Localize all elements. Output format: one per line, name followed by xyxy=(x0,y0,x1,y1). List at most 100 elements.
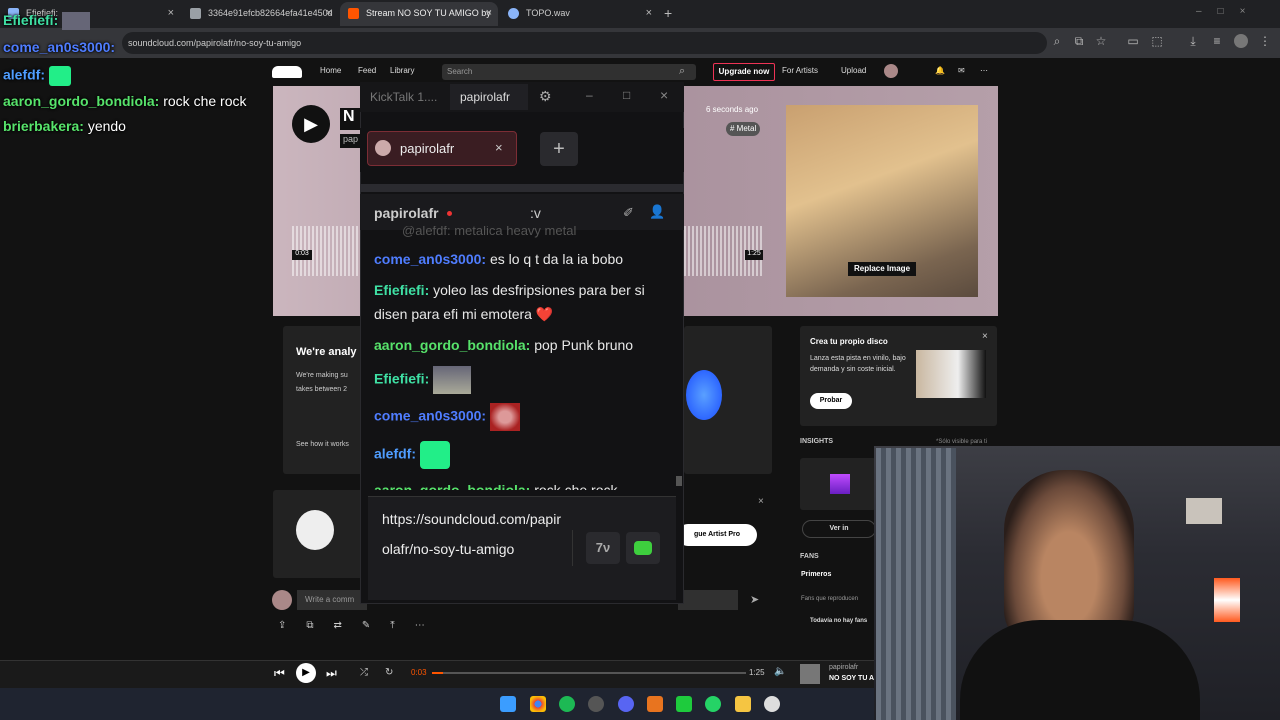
player-artwork xyxy=(800,664,820,684)
bookmark-star-icon[interactable]: ☆ xyxy=(1094,34,1108,48)
comment-input[interactable]: Write a comm xyxy=(297,590,367,610)
wave-time-start: 0:03 xyxy=(292,250,312,260)
overlay-user: Efiefiefi: xyxy=(3,12,59,28)
chat-username[interactable]: aaron_gordo_bondiola: xyxy=(374,482,530,490)
progress-track[interactable] xyxy=(432,672,746,674)
chat-username[interactable]: alefdf: xyxy=(374,446,416,462)
chat-input-text[interactable]: https://soundcloud.com/papirolafr/no-soy… xyxy=(382,504,562,564)
download-icon[interactable]: ⤓ xyxy=(1186,34,1200,48)
window-controls[interactable]: –□× xyxy=(1196,6,1276,20)
media-icon[interactable]: ≡ xyxy=(1210,34,1224,48)
dismiss-icon[interactable]: × xyxy=(758,496,764,507)
track-artist[interactable]: pap xyxy=(340,134,362,148)
probar-button[interactable]: Probar xyxy=(810,393,852,409)
replace-image-button[interactable]: Replace Image xyxy=(848,262,916,276)
spotify-icon[interactable] xyxy=(559,696,575,712)
player-play-icon[interactable]: ▶ xyxy=(296,663,316,683)
kick-icon[interactable] xyxy=(676,696,692,712)
zoom-icon[interactable]: ⌕ xyxy=(1050,34,1064,48)
menu-dots-icon[interactable]: ⋮ xyxy=(1258,34,1272,48)
shuffle-icon[interactable]: ⤮ xyxy=(360,667,368,678)
tab-close-icon[interactable]: × xyxy=(486,7,492,19)
comment-input-end[interactable] xyxy=(678,590,738,610)
promo-body: Lanza esta pista en vinilo, bajo demanda… xyxy=(810,355,906,373)
chat-username[interactable]: come_an0s3000: xyxy=(374,408,486,424)
see-how-link[interactable]: See how it works xyxy=(296,441,349,448)
7tv-emote-button[interactable]: 7ν xyxy=(586,532,620,564)
maximize-icon[interactable]: □ xyxy=(623,88,630,102)
close-window-icon[interactable]: × xyxy=(660,87,668,103)
repeat-icon[interactable]: ↻ xyxy=(385,667,393,678)
soundcloud-logo-icon[interactable] xyxy=(272,66,302,78)
puzzle-icon[interactable]: ⬚ xyxy=(1150,34,1164,48)
fans-tab-primeros[interactable]: Primeros xyxy=(801,571,831,578)
install-icon[interactable]: ⧉ xyxy=(1072,34,1086,48)
nav-feed[interactable]: Feed xyxy=(358,66,376,75)
tab-soundcloud-stream[interactable]: Stream NO SOY TU AMIGO by × xyxy=(340,2,498,26)
tab-close-icon[interactable]: × xyxy=(326,7,332,19)
nav-library[interactable]: Library xyxy=(390,66,414,75)
discord-icon[interactable] xyxy=(618,696,634,712)
settings-gear-icon[interactable]: ⚙ xyxy=(539,88,552,105)
tab-topo-wav[interactable]: TOPO.wav × xyxy=(500,2,658,26)
file-explorer-icon[interactable] xyxy=(735,696,751,712)
messages-icon[interactable]: ✉ xyxy=(958,66,965,75)
next-icon[interactable]: ⏭ xyxy=(326,666,337,681)
kick-emote-icon xyxy=(634,540,652,555)
artist-pro-icon xyxy=(296,510,334,550)
chat-username[interactable]: come_an0s3000: xyxy=(374,251,486,267)
minimize-icon[interactable]: – xyxy=(586,88,593,102)
play-icon[interactable]: ▶ xyxy=(292,105,330,143)
track-actions[interactable]: ⇪⧉⇄✎⤒⋯ xyxy=(272,620,468,640)
tab-image-hash[interactable]: 3364e91efcb82664efa41e450d × xyxy=(182,2,338,26)
nav-upload[interactable]: Upload xyxy=(841,66,866,75)
new-tab-button[interactable]: + xyxy=(664,5,672,21)
tab-close-icon[interactable]: × xyxy=(168,7,174,19)
user-avatar[interactable] xyxy=(884,64,898,78)
overlay-user: come_an0s3000: xyxy=(3,39,116,55)
player-artist[interactable]: papirolafr xyxy=(829,664,858,671)
windows-start-icon[interactable] xyxy=(500,696,516,712)
kick-emote-button[interactable] xyxy=(626,532,660,564)
soundcloud-nav xyxy=(270,60,1280,84)
kicktalk-channel-tab[interactable]: papirolafr xyxy=(450,84,528,110)
emote-image xyxy=(419,441,450,469)
upgrade-button[interactable]: Upgrade now xyxy=(713,63,775,81)
artist-pro-button[interactable]: gue Artist Pro xyxy=(677,524,757,546)
volume-icon[interactable]: 🔈 xyxy=(774,666,786,677)
notifications-bell-icon[interactable]: 🔔 xyxy=(935,66,945,75)
profile-avatar[interactable] xyxy=(1234,34,1248,48)
nav-home[interactable]: Home xyxy=(320,66,341,75)
more-icon[interactable]: ⋯ xyxy=(980,66,988,75)
whatsapp-icon[interactable] xyxy=(705,696,721,712)
app-icon[interactable] xyxy=(647,696,663,712)
send-icon[interactable]: ➤ xyxy=(750,593,759,606)
add-chat-button[interactable]: + xyxy=(540,132,578,166)
chrome-icon[interactable] xyxy=(530,696,546,712)
extension-icon[interactable]: ▭ xyxy=(1126,34,1140,48)
chat-username[interactable]: Efiefiefi: xyxy=(374,371,429,387)
promo-close-icon[interactable]: × xyxy=(982,331,988,342)
url-text[interactable]: soundcloud.com/papirolafr/no-soy-tu-amig… xyxy=(128,34,301,52)
ver-insights-button[interactable]: Ver in xyxy=(802,520,876,538)
emote-image xyxy=(48,66,71,86)
chat-tab-close-icon[interactable]: × xyxy=(495,140,503,155)
nav-for-artists[interactable]: For Artists xyxy=(782,66,818,75)
tab-close-icon[interactable]: × xyxy=(646,7,652,19)
chat-scrollbar[interactable] xyxy=(676,476,682,486)
chat-username[interactable]: aaron_gordo_bondiola: xyxy=(374,337,530,353)
user-icon[interactable]: 👤 xyxy=(649,204,665,220)
media-player-icon[interactable] xyxy=(764,696,780,712)
search-icon[interactable]: ⌕ xyxy=(679,65,685,78)
chat-text: es lo q t da la ia bobo xyxy=(486,251,624,267)
genre-tag[interactable]: # Metal xyxy=(726,122,761,136)
search-input[interactable]: Search xyxy=(442,64,696,80)
emote-image xyxy=(489,403,520,431)
chat-username[interactable]: Efiefiefi: xyxy=(374,282,429,298)
promo-title: Crea tu propio disco xyxy=(810,337,888,346)
player-track[interactable]: NO SOY TU AM xyxy=(829,675,880,682)
obs-icon[interactable] xyxy=(588,696,604,712)
previous-icon[interactable]: ⏮ xyxy=(274,666,285,681)
commenter-avatar xyxy=(272,590,292,610)
pin-icon[interactable]: ✐ xyxy=(623,205,634,221)
